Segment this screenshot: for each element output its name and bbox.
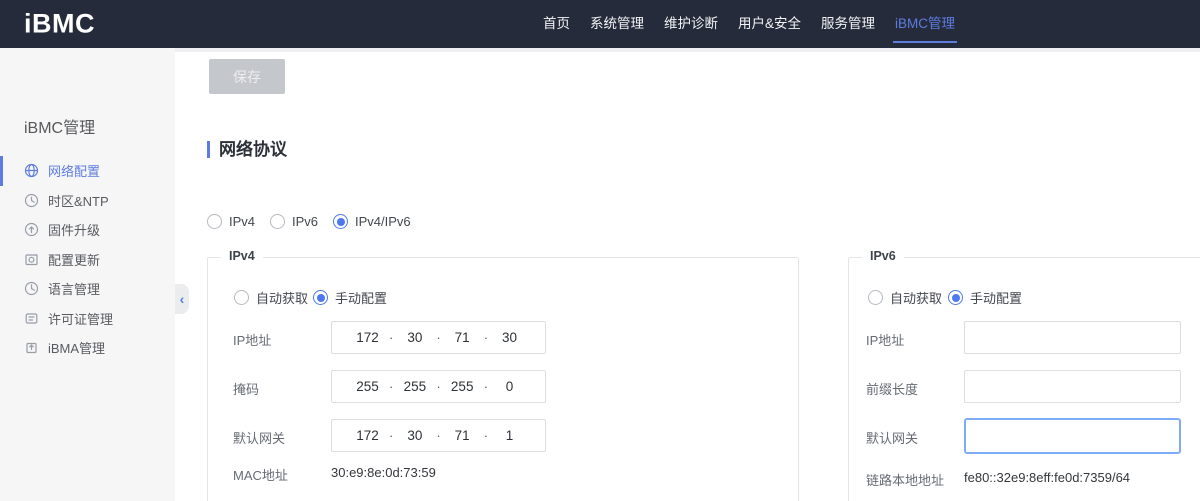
nav-item-home[interactable]: 首页: [543, 0, 570, 48]
radio-unselected-icon: [868, 290, 883, 305]
section-title: 网络协议: [219, 135, 287, 160]
octet-value: 0: [488, 379, 531, 394]
network-globe-icon: [24, 163, 39, 178]
sidebar-title: iBMC管理: [24, 114, 95, 138]
nav-item-services[interactable]: 服务管理: [821, 0, 875, 48]
nav-item-system[interactable]: 系统管理: [590, 0, 644, 48]
sidebar-item-label: 时区&NTP: [48, 191, 109, 210]
sidebar-item-language-management[interactable]: 语言管理: [0, 274, 175, 304]
radio-selected-icon: [313, 290, 328, 305]
radio-unselected-icon: [234, 290, 249, 305]
ipv6-auto-obtain-option[interactable]: 自动获取: [868, 288, 942, 307]
radio-selected-icon: [948, 290, 963, 305]
ipv4-subnet-mask-input[interactable]: 255 · 255 · 255 · 0: [331, 370, 546, 403]
sidebar-item-timezone-ntp[interactable]: 时区&NTP: [0, 186, 175, 216]
radio-unselected-icon: [270, 214, 285, 229]
sidebar-collapse-button[interactable]: ‹: [175, 284, 189, 314]
octet-value: 30: [393, 330, 436, 345]
sidebar-item-license-management[interactable]: 许可证管理: [0, 304, 175, 334]
top-nav: 首页 系统管理 维护诊断 用户&安全 服务管理 iBMC管理: [543, 0, 955, 48]
octet-value: 30: [393, 428, 436, 443]
radio-unselected-icon: [207, 214, 222, 229]
octet-value: 30: [488, 330, 531, 345]
protocol-option-ipv4-ipv6[interactable]: IPv4/IPv6: [333, 214, 411, 229]
mode-option-label: 手动配置: [970, 288, 1022, 307]
ipv4-gateway-label: 默认网关: [233, 428, 285, 447]
firmware-upgrade-icon: [24, 222, 39, 237]
language-globe-icon: [24, 281, 39, 296]
ipv4-mask-label: 掩码: [233, 379, 259, 398]
mac-address-value: 30:e9:8e:0d:73:59: [331, 465, 436, 480]
license-icon: [24, 311, 39, 326]
ibmc-management-page: iBMC 首页 系统管理 维护诊断 用户&安全 服务管理 iBMC管理 iBMC…: [0, 0, 1200, 501]
sidebar-item-network-config[interactable]: 网络配置: [0, 156, 175, 186]
active-nav-underline: [893, 41, 957, 43]
ibmc-logo: iBMC: [24, 9, 95, 40]
ipv4-group: IPv4 自动获取 手动配置 IP地址 172 · 30 · 71 · 30 掩…: [207, 257, 799, 501]
nav-item-ibmc-management[interactable]: iBMC管理: [895, 0, 955, 48]
ipv6-default-gateway-input[interactable]: [964, 418, 1181, 454]
chevron-left-icon: ‹: [180, 292, 185, 306]
protocol-option-label: IPv4/IPv6: [355, 214, 411, 229]
ipv4-default-gateway-input[interactable]: 172 · 30 · 71 · 1: [331, 419, 546, 452]
sidebar-item-label: 语言管理: [48, 279, 100, 298]
protocol-option-label: IPv4: [229, 214, 255, 229]
sidebar-item-label: 配置更新: [48, 250, 100, 269]
octet-value: 172: [346, 330, 389, 345]
ipv6-group-legend: IPv6: [862, 249, 904, 263]
ipv4-ip-address-input[interactable]: 172 · 30 · 71 · 30: [331, 321, 546, 354]
nav-item-maintenance[interactable]: 维护诊断: [664, 0, 718, 48]
sidebar-item-label: 许可证管理: [48, 309, 113, 328]
octet-value: 1: [488, 428, 531, 443]
sidebar-item-label: 网络配置: [48, 161, 100, 180]
ipv4-ip-label: IP地址: [233, 330, 271, 349]
ipv6-gateway-label: 默认网关: [866, 428, 918, 447]
nav-item-label: iBMC管理: [895, 16, 955, 31]
ipv6-ip-label: IP地址: [866, 330, 904, 349]
octet-value: 255: [346, 379, 389, 394]
ibma-box-icon: [24, 340, 39, 355]
link-local-address-value: fe80::32e9:8eff:fe0d:7359/64: [964, 470, 1130, 485]
sidebar-item-ibma-management[interactable]: iBMA管理: [0, 333, 175, 363]
sidebar-item-config-update[interactable]: 配置更新: [0, 245, 175, 275]
sidebar-menu: 网络配置 时区&NTP 固件升级 配置更新: [0, 156, 175, 363]
top-header: iBMC 首页 系统管理 维护诊断 用户&安全 服务管理 iBMC管理: [0, 0, 1200, 48]
octet-value: 172: [346, 428, 389, 443]
sidebar: iBMC管理 网络配置 时区&NTP 固件升级: [0, 48, 175, 501]
sidebar-item-label: iBMA管理: [48, 338, 105, 357]
header-shadow-strip: [175, 48, 1200, 52]
sidebar-item-label: 固件升级: [48, 220, 100, 239]
ipv6-prefix-length-input[interactable]: [964, 370, 1181, 403]
mode-option-label: 手动配置: [335, 288, 387, 307]
protocol-option-ipv6[interactable]: IPv6: [270, 214, 318, 229]
ipv4-manual-config-option[interactable]: 手动配置: [313, 288, 387, 307]
nav-item-user-security[interactable]: 用户&安全: [738, 0, 801, 48]
active-item-indicator: [0, 156, 3, 186]
sidebar-item-firmware-upgrade[interactable]: 固件升级: [0, 215, 175, 245]
mode-option-label: 自动获取: [890, 288, 942, 307]
ipv6-manual-config-option[interactable]: 手动配置: [948, 288, 1022, 307]
link-local-address-label: 链路本地地址: [866, 470, 944, 489]
ipv6-group: IPv6 自动获取 手动配置 IP地址 前缀长度 默认网关 链路本地地址 fe8…: [848, 257, 1200, 501]
octet-value: 255: [441, 379, 484, 394]
ipv4-auto-obtain-option[interactable]: 自动获取: [234, 288, 308, 307]
ipv6-prefix-length-label: 前缀长度: [866, 379, 918, 398]
protocol-option-ipv4[interactable]: IPv4: [207, 214, 255, 229]
mode-option-label: 自动获取: [256, 288, 308, 307]
mac-address-label: MAC地址: [233, 465, 288, 484]
octet-value: 71: [441, 428, 484, 443]
ipv6-ip-address-input[interactable]: [964, 321, 1181, 354]
ipv4-group-legend: IPv4: [221, 249, 263, 263]
section-title-accent-bar: [207, 141, 210, 158]
protocol-option-label: IPv6: [292, 214, 318, 229]
octet-value: 255: [393, 379, 436, 394]
save-button[interactable]: 保存: [209, 59, 285, 94]
radio-selected-icon: [333, 214, 348, 229]
octet-value: 71: [441, 330, 484, 345]
timezone-clock-icon: [24, 193, 39, 208]
config-update-icon: [24, 252, 39, 267]
